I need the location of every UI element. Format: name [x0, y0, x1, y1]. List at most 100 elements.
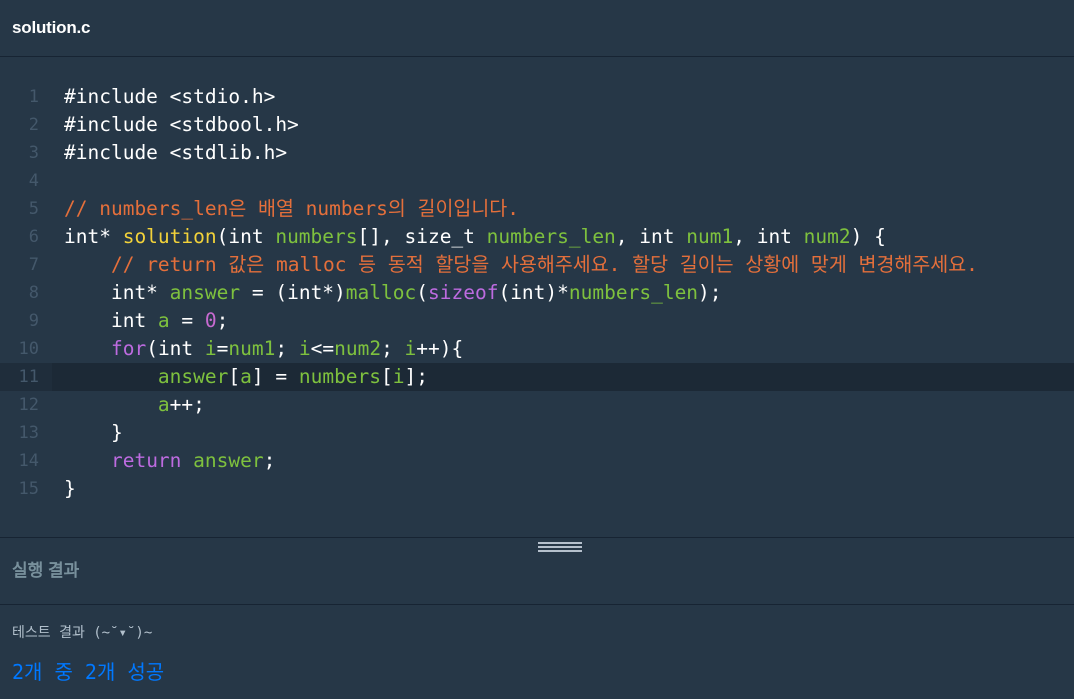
- code-text[interactable]: #include <stdio.h>: [64, 83, 275, 111]
- code-text[interactable]: }: [64, 419, 123, 447]
- code-token: [: [381, 365, 393, 388]
- code-line[interactable]: 10 for(int i=num1; i<=num2; i++){: [0, 335, 1074, 363]
- code-token: , int: [733, 225, 804, 248]
- code-text[interactable]: return answer;: [64, 447, 275, 475]
- code-token: solution: [122, 225, 217, 248]
- code-token: numbers_len: [568, 281, 699, 304]
- code-text[interactable]: #include <stdbool.h>: [64, 111, 299, 139]
- line-number: 11: [18, 367, 39, 387]
- code-text[interactable]: // numbers_len은 배열 numbers의 길이입니다.: [64, 195, 519, 223]
- code-token: =: [169, 309, 205, 332]
- line-number: 7: [28, 255, 39, 275]
- code-line[interactable]: 13 }: [0, 419, 1074, 447]
- code-token: = (int*): [240, 281, 346, 304]
- code-token: i: [392, 365, 405, 388]
- code-token: int*: [64, 225, 123, 248]
- code-token: );: [698, 281, 722, 304]
- code-token: num2: [334, 337, 382, 360]
- code-token: (int: [216, 225, 276, 248]
- code-line[interactable]: 5 // numbers_len은 배열 numbers의 길이입니다.: [0, 195, 1074, 223]
- code-token: i: [298, 337, 311, 360]
- code-token: ;: [263, 449, 276, 472]
- code-token: ;: [275, 337, 299, 360]
- code-token: #include <stdbool.h>: [64, 113, 299, 136]
- line-number: 15: [18, 479, 39, 499]
- code-token: numbers: [275, 225, 358, 248]
- code-text[interactable]: #include <stdlib.h>: [64, 139, 287, 167]
- code-line[interactable]: 2 #include <stdbool.h>: [0, 111, 1074, 139]
- line-number: 5: [28, 199, 39, 219]
- line-number: 2: [28, 115, 39, 135]
- code-token: #include <stdio.h>: [64, 85, 276, 108]
- code-token: #include <stdlib.h>: [64, 141, 288, 164]
- line-number: 3: [28, 143, 39, 163]
- code-text[interactable]: int* solution(int numbers[], size_t numb…: [64, 223, 886, 251]
- code-token: malloc: [345, 281, 417, 304]
- code-token: (int)*: [498, 281, 569, 304]
- code-line[interactable]: 7 // return 값은 malloc 등 동적 할당을 사용해주세요. 할…: [0, 251, 1074, 279]
- code-token: i: [204, 337, 217, 360]
- file-tab-title[interactable]: solution.c: [12, 18, 90, 38]
- code-line[interactable]: 11 answer[a] = numbers[i];: [0, 363, 1074, 391]
- code-token: 0: [204, 309, 217, 332]
- code-token: return: [110, 449, 182, 472]
- code-text[interactable]: int a = 0;: [64, 307, 228, 335]
- code-text[interactable]: answer[a] = numbers[i];: [64, 363, 428, 391]
- results-panel-title: 실행 결과: [12, 561, 80, 580]
- code-line[interactable]: 9 int a = 0;: [0, 307, 1074, 335]
- code-line[interactable]: 3 #include <stdlib.h>: [0, 139, 1074, 167]
- code-token: for: [110, 337, 147, 360]
- code-editor[interactable]: 1 #include <stdio.h> 2 #include <stdbool.h>…: [0, 57, 1074, 537]
- code-token: }: [64, 421, 123, 444]
- test-result-label: 테스트 결과 (~˘▾˘)~: [12, 625, 153, 641]
- line-number: 9: [28, 311, 39, 331]
- code-text[interactable]: // return 값은 malloc 등 동적 할당을 사용해주세요. 할당 …: [64, 251, 978, 279]
- code-line[interactable]: 6 int* solution(int numbers[], size_t num…: [0, 223, 1074, 251]
- code-token: // numbers_len은 배열 numbers의 길이입니다.: [64, 197, 519, 220]
- resize-handle-icon[interactable]: [538, 542, 582, 553]
- code-token: num1: [228, 337, 276, 360]
- code-text[interactable]: int* answer = (int*)malloc(sizeof(int)*n…: [64, 279, 722, 307]
- code-text[interactable]: }: [64, 475, 76, 503]
- code-token: numbers: [298, 365, 382, 388]
- line-number: 6: [28, 227, 39, 247]
- code-token: [: [228, 365, 241, 388]
- code-text[interactable]: for(int i=num1; i<=num2; i++){: [64, 335, 463, 363]
- code-token: answer: [169, 281, 241, 304]
- results-divider: [0, 604, 1074, 605]
- line-number: 13: [18, 423, 39, 443]
- code-line[interactable]: 4: [0, 167, 1074, 195]
- code-line[interactable]: 8 int* answer = (int*)malloc(sizeof(int)…: [0, 279, 1074, 307]
- code-token: }: [64, 477, 76, 500]
- code-line[interactable]: 15}: [0, 475, 1074, 503]
- code-token: ;: [216, 309, 229, 332]
- code-token: =: [216, 337, 229, 360]
- code-token: int: [64, 309, 158, 332]
- code-token: answer: [157, 365, 229, 388]
- code-token: ] =: [251, 365, 299, 388]
- code-token: ++;: [169, 393, 205, 416]
- code-token: (: [416, 281, 428, 304]
- line-number: 8: [28, 283, 39, 303]
- code-token: ++){: [416, 337, 464, 360]
- code-token: a: [157, 309, 170, 332]
- test-result-summary: 2개 중 2개 성공: [12, 660, 165, 684]
- code-token: a: [157, 393, 170, 416]
- code-line[interactable]: 1 #include <stdio.h>: [0, 83, 1074, 111]
- code-token: numbers_len: [486, 225, 616, 248]
- code-token: i: [404, 337, 417, 360]
- code-token: ];: [404, 365, 429, 388]
- code-line[interactable]: 12 a++;: [0, 391, 1074, 419]
- code-token: [], size_t: [357, 225, 487, 248]
- code-token: answer: [193, 449, 264, 472]
- line-number: 10: [18, 339, 39, 359]
- code-line[interactable]: 14 return answer;: [0, 447, 1074, 475]
- code-text[interactable]: a++;: [64, 391, 205, 419]
- panel-divider: [0, 537, 1074, 538]
